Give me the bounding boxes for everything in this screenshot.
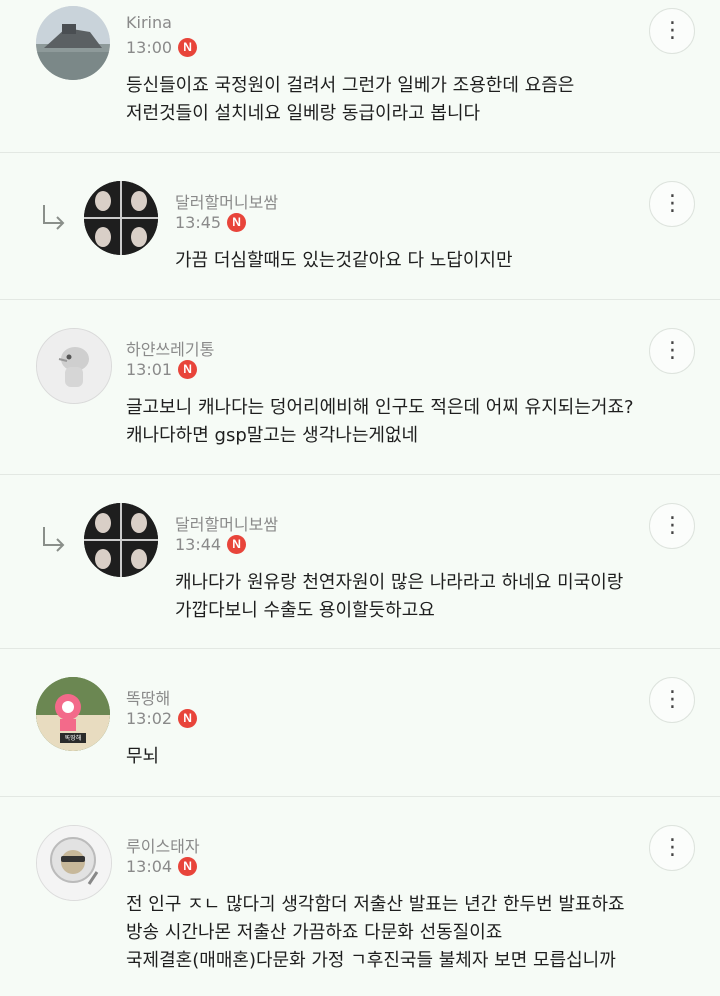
comment-author[interactable]: 달러할머니보쌈 (175, 511, 278, 535)
comment-text: 글고보니 캐나다는 덩어리에비해 인구도 적은데 어찌 유지되는거죠? 캐나다하… (126, 397, 634, 446)
comment-item: 루이스태자 13:04 N 전 인구 ㅈㄴ 많다긔 생각함더 저출산 발표는 년… (0, 797, 720, 996)
comment-timestamp: 13:01 (126, 360, 173, 379)
comment-text: 캐나다가 원유랑 천연자원이 많은 나라라고 하네요 미국이랑 가깝다보니 수출… (175, 572, 624, 621)
new-badge: N (178, 857, 198, 876)
comment-text: 등신들이죠 국정원이 걸려서 그런가 일베가 조용한데 요즘은 저런것들이 설치… (126, 75, 575, 124)
new-badge: N (178, 38, 198, 57)
avatar[interactable] (84, 181, 158, 255)
comment-time: 13:01 N (126, 360, 198, 379)
comment-text: 전 인구 ㅈㄴ 많다긔 생각함더 저출산 발표는 년간 한두번 발표하죠 방송 … (126, 894, 625, 971)
avatar[interactable] (36, 328, 112, 404)
comment-item: Kirina 13:00 N 등신들이죠 국정원이 걸려서 그런가 일베가 조용… (0, 0, 720, 153)
avatar[interactable] (36, 825, 112, 901)
comment-text: 무뇌 (126, 746, 160, 767)
comment-timestamp: 13:02 (126, 709, 173, 728)
comment-text: 가끔 더심할때도 있는것같아요 다 노답이지만 (175, 250, 513, 271)
comment-time: 13:04 N (126, 857, 198, 876)
comment-timestamp: 13:04 (126, 857, 173, 876)
more-vertical-icon: ⋮ (661, 513, 684, 538)
more-vertical-icon: ⋮ (661, 191, 684, 216)
comment-item: 똑땅해 똑땅해 13:02 N 무뇌 ⋮ (0, 649, 720, 797)
comment-author[interactable]: 달러할머니보쌈 (175, 189, 278, 213)
reply-arrow-icon (43, 527, 65, 552)
more-vertical-icon: ⋮ (661, 687, 684, 712)
comment-author[interactable]: Kirina (126, 13, 172, 32)
new-badge: N (227, 535, 247, 554)
more-vertical-icon: ⋮ (661, 338, 684, 363)
avatar[interactable]: 똑땅해 (36, 677, 110, 751)
more-options-button[interactable]: ⋮ (649, 181, 695, 227)
reply-item: 달러할머니보쌈 13:44 N 캐나다가 원유랑 천연자원이 많은 나라라고 하… (0, 475, 720, 649)
avatar[interactable] (36, 6, 110, 80)
comment-time: 13:00 N (126, 38, 198, 57)
new-badge: N (227, 213, 247, 232)
comment-time: 13:45 N (175, 213, 247, 232)
new-badge: N (178, 360, 198, 379)
comment-author[interactable]: 똑땅해 (126, 685, 170, 709)
comment-item: 하얀쓰레기통 13:01 N 글고보니 캐나다는 덩어리에비해 인구도 적은데 … (0, 300, 720, 475)
more-vertical-icon: ⋮ (661, 18, 684, 43)
comment-time: 13:44 N (175, 535, 247, 554)
new-badge: N (178, 709, 198, 728)
comment-time: 13:02 N (126, 709, 198, 728)
more-options-button[interactable]: ⋮ (649, 8, 695, 54)
avatar-caption: 똑땅해 (65, 734, 82, 742)
reply-arrow-icon (43, 205, 65, 230)
comment-timestamp: 13:00 (126, 38, 173, 57)
comment-author[interactable]: 루이스태자 (126, 833, 200, 857)
comment-author[interactable]: 하얀쓰레기통 (126, 336, 214, 360)
more-options-button[interactable]: ⋮ (649, 825, 695, 871)
more-options-button[interactable]: ⋮ (649, 503, 695, 549)
more-vertical-icon: ⋮ (661, 835, 684, 860)
reply-item: 달러할머니보쌈 13:45 N 가끔 더심할때도 있는것같아요 다 노답이지만 … (0, 153, 720, 300)
comment-timestamp: 13:45 (175, 213, 222, 232)
more-options-button[interactable]: ⋮ (649, 328, 695, 374)
more-options-button[interactable]: ⋮ (649, 677, 695, 723)
comment-timestamp: 13:44 (175, 535, 222, 554)
avatar[interactable] (84, 503, 158, 577)
